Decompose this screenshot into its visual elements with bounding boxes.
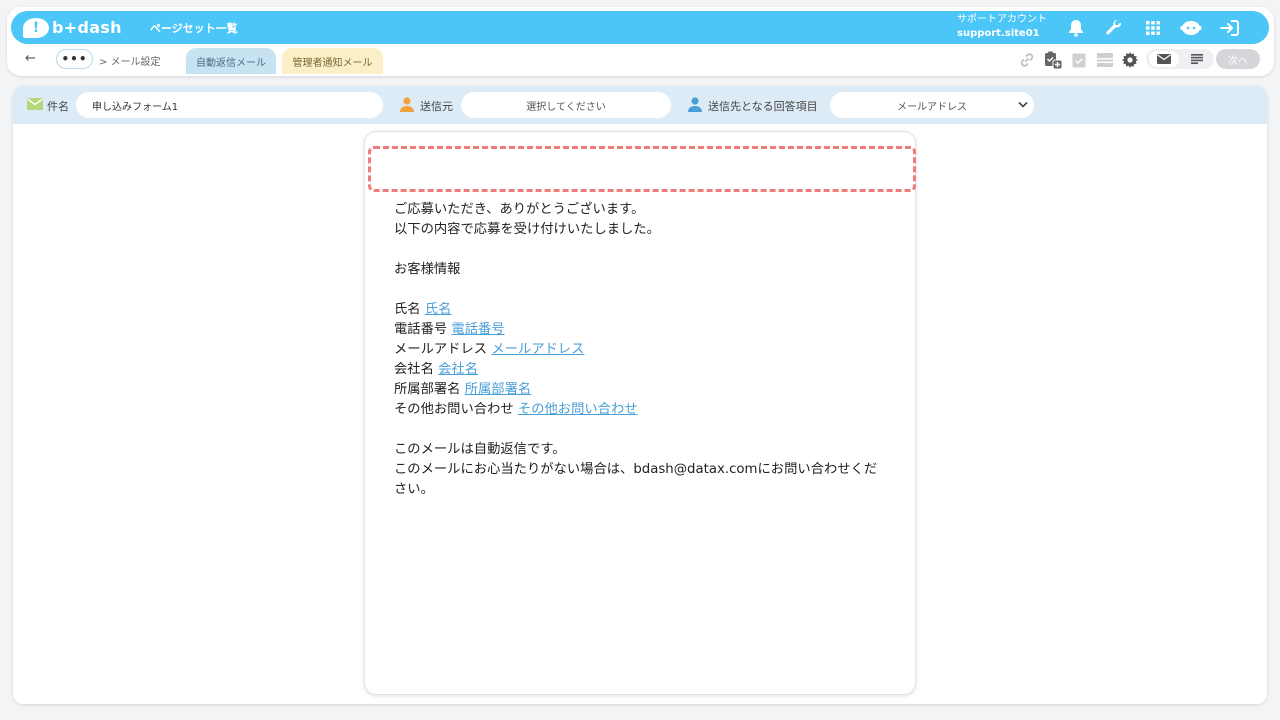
breadcrumb[interactable]: > メール設定 — [99, 53, 161, 68]
gear-icon[interactable] — [1121, 51, 1139, 69]
subject-label: 件名 — [47, 100, 69, 113]
field-label: 会社名 — [394, 362, 434, 377]
field-row-phone: 電話番号 電話番号 — [394, 320, 886, 340]
footer-line-2: このメールにお心当たりがない場合は、bdash@datax.comにお問い合わせ… — [394, 462, 878, 497]
clipboard-add-icon[interactable] — [1044, 51, 1062, 69]
variable-link[interactable]: 所属部署名 — [465, 382, 531, 397]
field-label: メールアドレス — [394, 342, 488, 357]
next-button[interactable]: 次へ — [1216, 49, 1260, 69]
email-body[interactable]: ご応募いただき、ありがとうございます。 以下の内容で応募を受け付けいたしました。… — [394, 200, 886, 500]
variable-link[interactable]: 会社名 — [438, 362, 478, 377]
link-icon[interactable] — [1018, 51, 1036, 69]
subject-input[interactable]: 申し込みフォーム1 — [76, 92, 383, 118]
field-label: 氏名 — [394, 302, 421, 317]
field-label: 所属部署名 — [394, 382, 461, 397]
section-title: お客様情報 — [394, 262, 461, 277]
mail-view-button[interactable] — [1149, 51, 1179, 67]
field-label: 電話番号 — [394, 322, 448, 337]
field-bar: 件名 申し込みフォーム1 送信元 選択してください 送信先となる回答項目 メール… — [13, 86, 1267, 124]
field-label: その他お問い合わせ — [394, 402, 514, 417]
logo-text: b+dash — [52, 18, 122, 37]
mail-icon — [27, 98, 43, 110]
user-icon — [688, 97, 702, 112]
tab-auto-reply[interactable]: 自動返信メール — [186, 48, 276, 74]
view-toggle — [1146, 49, 1214, 69]
greeting-line-1: ご応募いただき、ありがとうございます。 — [394, 202, 645, 217]
page-title[interactable]: ページセット一覧 — [150, 20, 238, 36]
back-button[interactable]: ← — [25, 51, 36, 66]
account-label: サポートアカウント — [957, 14, 1047, 25]
variable-link[interactable]: その他お問い合わせ — [518, 402, 638, 417]
recipient-select[interactable]: メールアドレス — [830, 92, 1034, 118]
field-row-company: 会社名 会社名 — [394, 360, 886, 380]
chat-robot-icon[interactable] — [1179, 16, 1203, 40]
bell-icon[interactable] — [1064, 16, 1088, 40]
chevron-down-icon — [1018, 101, 1028, 108]
email-preview: ご応募いただき、ありがとうございます。 以下の内容で応募を受け付けいたしました。… — [364, 131, 916, 695]
sender-label: 送信元 — [420, 100, 453, 113]
field-row-name: 氏名 氏名 — [394, 300, 886, 320]
account-info[interactable]: サポートアカウント support.site01 — [957, 13, 1047, 41]
footer-line-1: このメールは自動返信です。 — [394, 442, 566, 457]
logo-mark: ! — [23, 17, 49, 38]
variable-link[interactable]: 氏名 — [425, 302, 452, 317]
tab-admin-notify[interactable]: 管理者通知メール — [282, 48, 383, 74]
more-icon: ••• — [61, 52, 88, 66]
clipboard-check-icon[interactable] — [1070, 51, 1088, 69]
recipient-value: メールアドレス — [897, 101, 967, 113]
more-button[interactable]: ••• — [56, 49, 93, 69]
logo[interactable]: ! b+dash — [23, 17, 122, 38]
layout-icon[interactable] — [1096, 51, 1114, 69]
text-view-button[interactable] — [1182, 51, 1212, 67]
mail-icon — [1157, 54, 1171, 64]
app-bar: ! b+dash ページセット一覧 サポートアカウント support.site… — [11, 11, 1269, 44]
header-image-dropzone[interactable] — [368, 146, 916, 192]
field-row-inquiry: その他お問い合わせ その他お問い合わせ — [394, 400, 886, 420]
field-row-department: 所属部署名 所属部署名 — [394, 380, 886, 400]
field-row-email: メールアドレス メールアドレス — [394, 340, 886, 360]
account-id: support.site01 — [957, 28, 1040, 39]
main-panel: 件名 申し込みフォーム1 送信元 選択してください 送信先となる回答項目 メール… — [13, 86, 1267, 704]
logout-icon[interactable] — [1218, 16, 1242, 40]
nav-row: ← ••• > メール設定 自動返信メール 管理者通知メール 次へ — [11, 46, 1269, 74]
recipient-label: 送信先となる回答項目 — [708, 100, 818, 113]
grid-icon[interactable] — [1141, 16, 1165, 40]
wrench-icon[interactable] — [1102, 16, 1126, 40]
variable-link[interactable]: メールアドレス — [491, 342, 584, 357]
variable-link[interactable]: 電話番号 — [451, 322, 504, 337]
greeting-line-2: 以下の内容で応募を受け付けいたしました。 — [394, 222, 660, 237]
user-icon — [400, 97, 414, 112]
text-lines-icon — [1191, 54, 1203, 64]
sender-select[interactable]: 選択してください — [461, 92, 671, 118]
